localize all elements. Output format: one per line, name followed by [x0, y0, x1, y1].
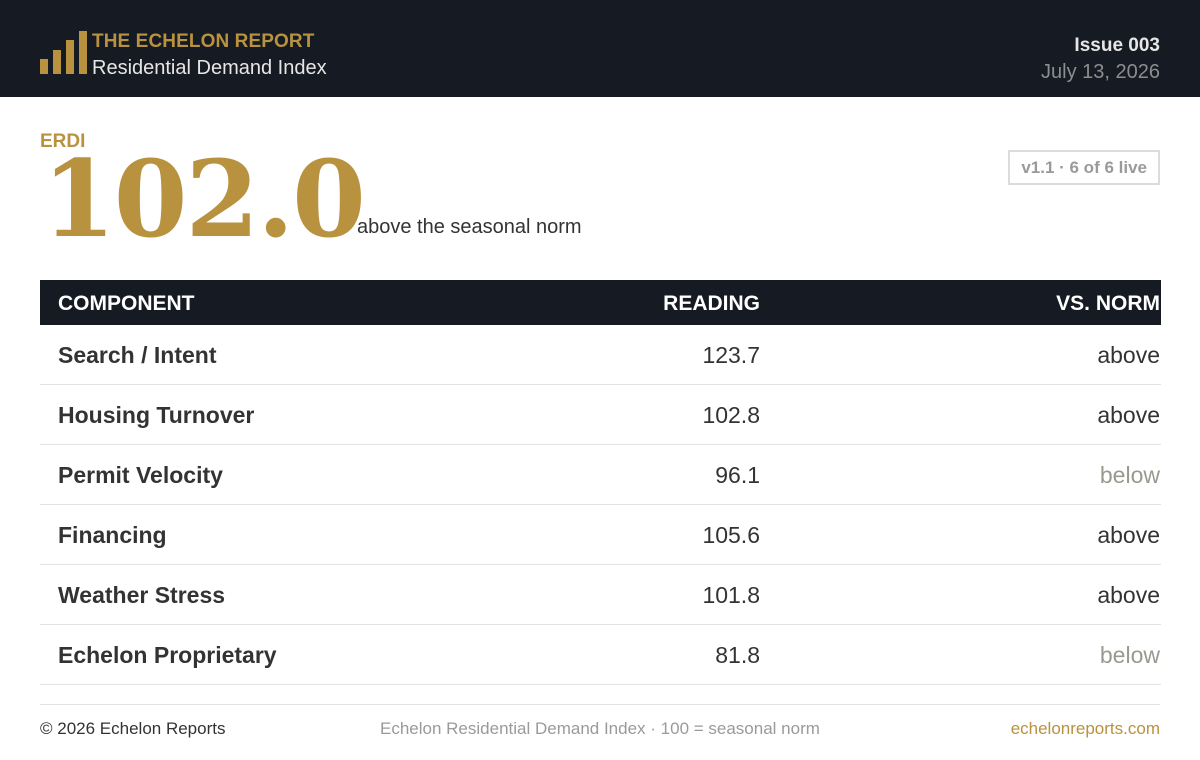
index-value: 102.0	[42, 136, 366, 261]
footer-site-link[interactable]: echelonreports.com	[1011, 719, 1160, 739]
brand-title: THE ECHELON REPORT	[92, 31, 315, 52]
component-reading: 105.6	[702, 522, 760, 548]
table-row: Financing 105.6 above	[40, 505, 1161, 565]
component-vs-norm: below	[1099, 462, 1160, 488]
brand-subtitle: Residential Demand Index	[92, 57, 327, 79]
table-row: Weather Stress 101.8 above	[40, 565, 1161, 625]
table-row: Housing Turnover 102.8 above	[40, 385, 1161, 445]
bar-chart-icon	[40, 30, 88, 74]
components-table: COMPONENT READING VS. NORM Search / Inte…	[40, 280, 1161, 685]
component-reading: 81.8	[715, 642, 760, 668]
table-row: Search / Intent 123.7 above	[40, 325, 1161, 385]
report-header: THE ECHELON REPORT Residential Demand In…	[0, 0, 1200, 97]
component-reading: 123.7	[702, 342, 760, 368]
column-header-component: COMPONENT	[58, 292, 195, 315]
column-header-vs-norm: VS. NORM	[1056, 292, 1160, 315]
component-name: Housing Turnover	[58, 402, 255, 428]
component-vs-norm: above	[1097, 582, 1160, 608]
issue-number: Issue 003	[1074, 35, 1160, 56]
component-name: Permit Velocity	[58, 462, 223, 488]
index-caption: above the seasonal norm	[357, 216, 582, 238]
component-name: Echelon Proprietary	[58, 642, 277, 668]
component-name: Weather Stress	[58, 582, 226, 608]
component-vs-norm: above	[1097, 342, 1160, 368]
component-reading: 96.1	[715, 462, 760, 488]
footer-divider	[40, 704, 1160, 705]
footer-note: Echelon Residential Demand Index · 100 =…	[380, 719, 820, 738]
table-row: Echelon Proprietary 81.8 below	[40, 625, 1161, 685]
column-header-reading: READING	[663, 292, 760, 315]
table-row: Permit Velocity 96.1 below	[40, 445, 1161, 505]
component-vs-norm: above	[1097, 402, 1160, 428]
table-header: COMPONENT READING VS. NORM	[40, 280, 1161, 325]
version-badge: v1.1 · 6 of 6 live	[1008, 150, 1160, 185]
component-name: Financing	[58, 522, 167, 548]
component-reading: 101.8	[702, 582, 760, 608]
component-name: Search / Intent	[58, 342, 217, 368]
component-vs-norm: above	[1097, 522, 1160, 548]
component-vs-norm: below	[1099, 642, 1160, 668]
footer-copyright: © 2026 Echelon Reports	[40, 719, 226, 738]
issue-date: July 13, 2026	[1041, 61, 1160, 83]
component-reading: 102.8	[702, 402, 760, 428]
